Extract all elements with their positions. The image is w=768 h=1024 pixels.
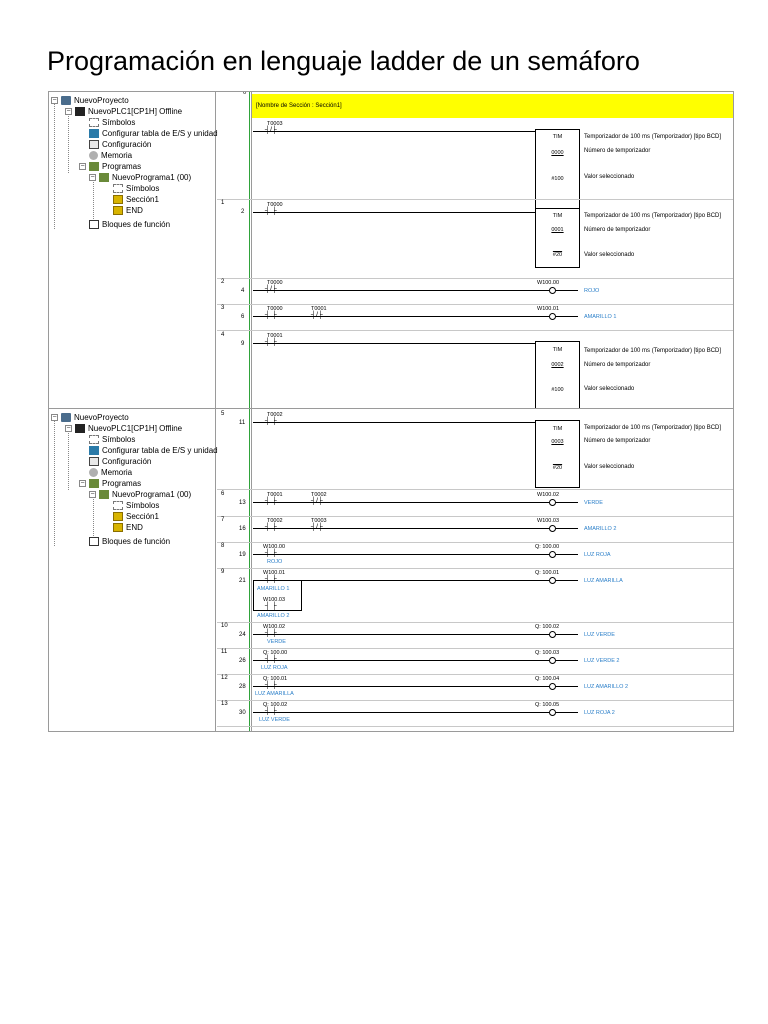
symbols-icon: [89, 435, 99, 444]
tree-item-io-table[interactable]: Configurar tabla de E/S y unidad: [89, 128, 218, 139]
program-icon: [99, 490, 109, 499]
tree-item-program1[interactable]: − NuevoPrograma1 (00): [89, 489, 191, 500]
function-block-icon: [89, 220, 99, 229]
collapse-icon[interactable]: −: [89, 174, 96, 181]
coil-icon[interactable]: [549, 683, 556, 690]
collapse-icon[interactable]: −: [65, 108, 72, 115]
tree-item-end[interactable]: END: [113, 522, 143, 533]
tree-item-project[interactable]: − NuevoProyecto: [51, 412, 129, 423]
collapse-icon[interactable]: −: [79, 163, 86, 170]
timer-block[interactable]: TIM 0002 #100: [535, 341, 580, 408]
coil-icon[interactable]: [549, 631, 556, 638]
tree-item-io-table[interactable]: Configurar tabla de E/S y unidad: [89, 445, 218, 456]
tree-item-memory[interactable]: Memoria: [89, 467, 132, 478]
memory-icon: [89, 151, 98, 160]
tree-item-config[interactable]: Configuración: [89, 139, 151, 150]
programs-icon: [89, 162, 99, 171]
section-icon: [113, 512, 123, 521]
tree-item-plc[interactable]: − NuevoPLC1[CP1H] Offline: [65, 423, 182, 434]
tree-item-section1[interactable]: Sección1: [113, 194, 159, 205]
coil-icon[interactable]: [549, 657, 556, 664]
ladder-editor[interactable]: 5 11 T0002 ┤ ├ TIM 0003 #20 Temporizador…: [217, 409, 733, 731]
tree-item-plc[interactable]: − NuevoPLC1[CP1H] Offline: [65, 106, 182, 117]
rung-number: 0: [243, 91, 247, 96]
tree-item-symbols[interactable]: Símbolos: [89, 117, 135, 128]
collapse-icon[interactable]: −: [51, 97, 58, 104]
coil-icon[interactable]: [549, 287, 556, 294]
collapse-icon[interactable]: −: [51, 414, 58, 421]
tree-item-function-blocks[interactable]: Bloques de función: [89, 219, 170, 230]
ladder-editor[interactable]: [Nombre de Sección : Sección1] 0 T0003 ┤…: [217, 92, 733, 408]
collapse-icon[interactable]: −: [89, 491, 96, 498]
symbols-icon: [113, 184, 123, 193]
collapse-icon[interactable]: −: [65, 425, 72, 432]
project-icon: [61, 96, 71, 105]
contact-no-icon[interactable]: ┤ ├: [265, 603, 277, 610]
section-icon: [113, 206, 123, 215]
tree-item-programs[interactable]: − Programas: [79, 478, 141, 489]
ladder-window-top: − NuevoProyecto − NuevoPLC1[CP1H] Offlin…: [48, 91, 734, 409]
coil-icon[interactable]: [549, 551, 556, 558]
tree-item-program1[interactable]: − NuevoPrograma1 (00): [89, 172, 191, 183]
coil-icon[interactable]: [549, 525, 556, 532]
function-block-icon: [89, 537, 99, 546]
tree-item-symbols[interactable]: Símbolos: [89, 434, 135, 445]
tree-item-memory[interactable]: Memoria: [89, 150, 132, 161]
tree-item-project[interactable]: − NuevoProyecto: [51, 95, 129, 106]
project-icon: [61, 413, 71, 422]
config-icon: [89, 140, 99, 149]
coil-icon[interactable]: [549, 313, 556, 320]
timer-block[interactable]: TIM 0001 #20: [535, 208, 580, 268]
io-table-icon: [89, 129, 99, 138]
coil-icon[interactable]: [549, 709, 556, 716]
timer-block[interactable]: TIM 0000 #100: [535, 129, 580, 209]
section-icon: [113, 195, 123, 204]
tree-item-function-blocks[interactable]: Bloques de función: [89, 536, 170, 547]
collapse-icon[interactable]: −: [79, 480, 86, 487]
page-title: Programación en lenguaje ladder de un se…: [47, 46, 640, 76]
tree-item-programs[interactable]: − Programas: [79, 161, 141, 172]
tree-item-section1[interactable]: Sección1: [113, 511, 159, 522]
program-icon: [99, 173, 109, 182]
tree-item-prog-symbols[interactable]: Símbolos: [113, 500, 159, 511]
ladder-window-bottom: − NuevoProyecto − NuevoPLC1[CP1H] Offlin…: [48, 408, 734, 732]
tree-item-end[interactable]: END: [113, 205, 143, 216]
tree-item-config[interactable]: Configuración: [89, 456, 151, 467]
tree-item-prog-symbols[interactable]: Símbolos: [113, 183, 159, 194]
section-icon: [113, 523, 123, 532]
plc-icon: [75, 424, 85, 433]
project-tree: − NuevoProyecto − NuevoPLC1[CP1H] Offlin…: [49, 409, 218, 731]
plc-icon: [75, 107, 85, 116]
section-header: [Nombre de Sección : Sección1]: [252, 94, 733, 118]
timer-block[interactable]: TIM 0003 #20: [535, 420, 580, 488]
project-tree: − NuevoProyecto − NuevoPLC1[CP1H] Offlin…: [49, 92, 218, 408]
coil-icon[interactable]: [549, 499, 556, 506]
symbols-icon: [89, 118, 99, 127]
symbols-icon: [113, 501, 123, 510]
memory-icon: [89, 468, 98, 477]
coil-icon[interactable]: [549, 577, 556, 584]
config-icon: [89, 457, 99, 466]
io-table-icon: [89, 446, 99, 455]
programs-icon: [89, 479, 99, 488]
